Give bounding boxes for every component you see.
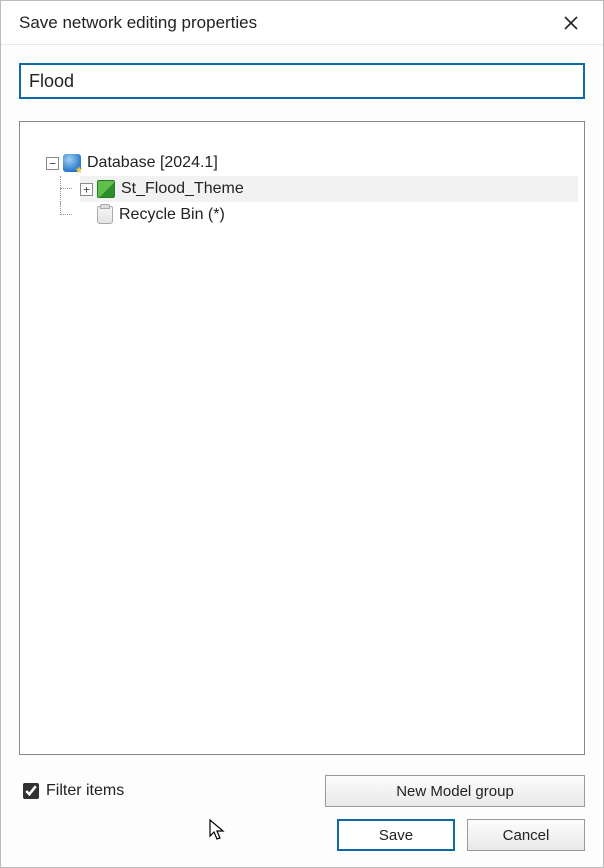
tree-node-label: St_Flood_Theme: [119, 180, 246, 198]
tree-node-theme[interactable]: + St_Flood_Theme: [54, 176, 578, 202]
filter-items-label: Filter items: [46, 782, 124, 800]
expand-icon[interactable]: +: [80, 183, 93, 196]
dialog-content: − Database [2024.1] + St_Flood_Theme: [1, 45, 603, 767]
theme-icon: [97, 180, 115, 198]
recycle-bin-icon: [97, 206, 113, 224]
collapse-icon[interactable]: −: [46, 157, 59, 170]
footer-row-2: Save Cancel: [1, 813, 603, 867]
dialog-title: Save network editing properties: [19, 13, 551, 33]
expander-spacer: [80, 209, 93, 222]
save-dialog: Save network editing properties − Databa…: [0, 0, 604, 868]
tree-node-recycle-bin[interactable]: Recycle Bin (*): [54, 202, 578, 228]
close-button[interactable]: [551, 5, 591, 41]
name-input[interactable]: [19, 63, 585, 99]
tree-node-label: Recycle Bin (*): [117, 206, 227, 224]
close-icon: [563, 15, 579, 31]
filter-items-input[interactable]: [23, 783, 39, 799]
tree-view[interactable]: − Database [2024.1] + St_Flood_Theme: [19, 121, 585, 755]
filter-items-checkbox[interactable]: Filter items: [19, 780, 124, 802]
database-icon: [63, 154, 81, 172]
save-button[interactable]: Save: [337, 819, 455, 851]
footer-row-1: Filter items New Model group: [1, 767, 603, 813]
titlebar: Save network editing properties: [1, 1, 603, 45]
new-model-group-button[interactable]: New Model group: [325, 775, 585, 807]
mouse-cursor-icon: [209, 819, 227, 843]
cancel-button[interactable]: Cancel: [467, 819, 585, 851]
tree-node-label: Database [2024.1]: [85, 154, 220, 172]
tree-node-database[interactable]: − Database [2024.1] + St_Flood_Theme: [26, 150, 578, 228]
